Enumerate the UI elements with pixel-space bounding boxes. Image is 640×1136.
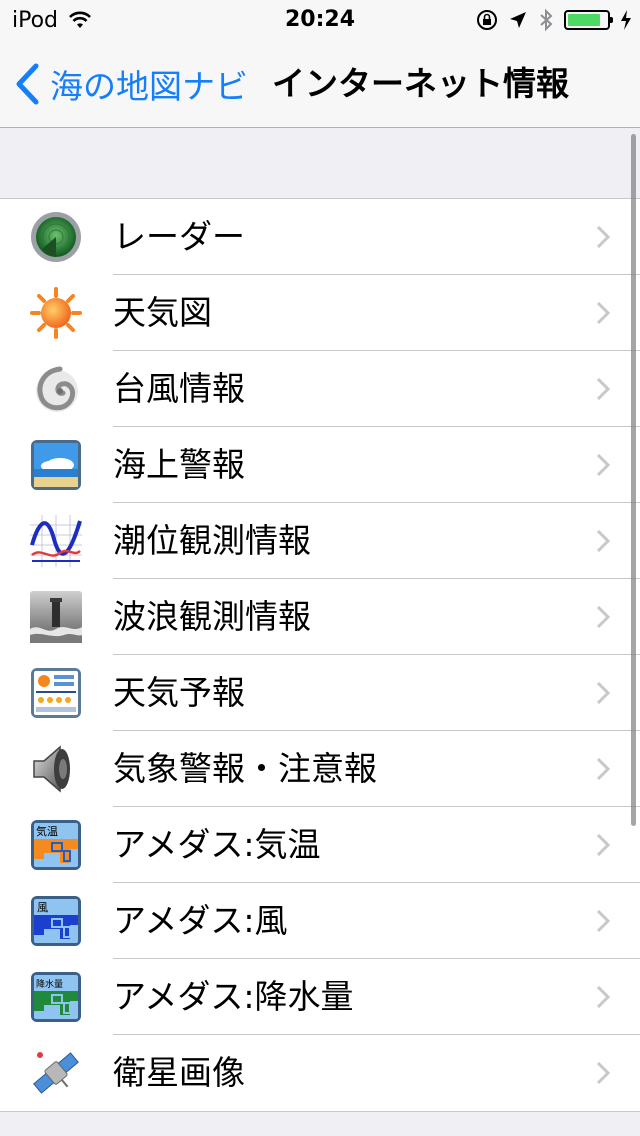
list-item-weather-map[interactable]: 天気図 [0,275,640,351]
list-item-typhoon[interactable]: 台風情報 [0,351,640,427]
icon-caption: 気温 [36,824,58,838]
bluetooth-icon [540,8,553,32]
lighthouse-icon [30,591,82,643]
list-item-satellite-image[interactable]: 衛星画像 [0,1035,640,1111]
list-item-radar[interactable]: レーダー [0,199,640,275]
list-item-label: 潮位観測情報 [113,521,311,560]
list-item-label: アメダス:降水量 [113,977,354,1016]
scroll-indicator[interactable] [631,134,636,826]
chevron-left-icon [16,63,39,105]
list-item-marine-warning[interactable]: 海上警報 [0,427,640,503]
chevron-right-icon [596,225,610,249]
list-item-label: 波浪観測情報 [113,597,311,636]
list-item-label: アメダス:風 [113,901,288,940]
icon-caption: 降水量 [36,978,63,990]
back-button[interactable]: 海の地図ナビ [14,40,248,128]
list-item-label: 天気図 [113,293,212,332]
list-item-label: 衛星画像 [113,1053,245,1092]
list-item-tide-observation[interactable]: 潮位観測情報 [0,503,640,579]
chevron-right-icon [596,833,610,857]
radar-icon [31,212,81,262]
chevron-right-icon [596,681,610,705]
list-item-amedas-temperature[interactable]: 気温 アメダス:気温 [0,807,640,883]
location-icon [510,12,526,28]
list-item-label: 天気予報 [113,673,245,712]
back-button-label: 海の地図ナビ [50,67,248,106]
page-title: インターネット情報 [272,64,569,103]
chevron-right-icon [596,909,610,933]
menu-list: レーダー 天気図 台風情報 海上警報 潮位観測情報 波浪観測情報 天気予報 気象… [0,198,640,1112]
sea-icon [31,440,81,490]
list-item-label: 海上警報 [113,445,245,484]
amedas-temperature-icon: 気温 [31,820,81,870]
list-item-weather-warning[interactable]: 気象警報・注意報 [0,731,640,807]
chevron-right-icon [596,985,610,1009]
list-item-amedas-wind[interactable]: 風 アメダス:風 [0,883,640,959]
typhoon-icon [36,366,78,412]
list-item-label: 気象警報・注意報 [113,749,377,788]
chevron-right-icon [596,453,610,477]
chevron-right-icon [596,301,610,325]
list-item-label: アメダス:気温 [113,825,321,864]
status-bar: iPod 20:24 [0,0,640,40]
list-item-label: レーダー [113,217,245,256]
list-item-label: 台風情報 [113,369,245,408]
satellite-icon [33,1052,79,1094]
battery-icon [564,10,613,30]
forecast-icon [31,668,81,718]
chevron-right-icon [596,757,610,781]
tide-graph-icon [30,515,82,567]
list-item-wave-observation[interactable]: 波浪観測情報 [0,579,640,655]
icon-caption: 風 [37,901,48,914]
amedas-rain-icon: 降水量 [31,972,81,1022]
chevron-right-icon [596,529,610,553]
chevron-right-icon [596,605,610,629]
rotation-lock-icon [477,10,497,30]
speaker-icon [33,745,70,793]
charging-bolt-icon [621,10,631,30]
navigation-bar: 海の地図ナビ インターネット情報 [0,40,640,128]
list-item-weather-forecast[interactable]: 天気予報 [0,655,640,731]
list-item-amedas-precipitation[interactable]: 降水量 アメダス:降水量 [0,959,640,1035]
chevron-right-icon [596,1061,610,1085]
chevron-right-icon [596,377,610,401]
sun-icon [30,287,82,339]
amedas-wind-icon: 風 [31,896,81,946]
